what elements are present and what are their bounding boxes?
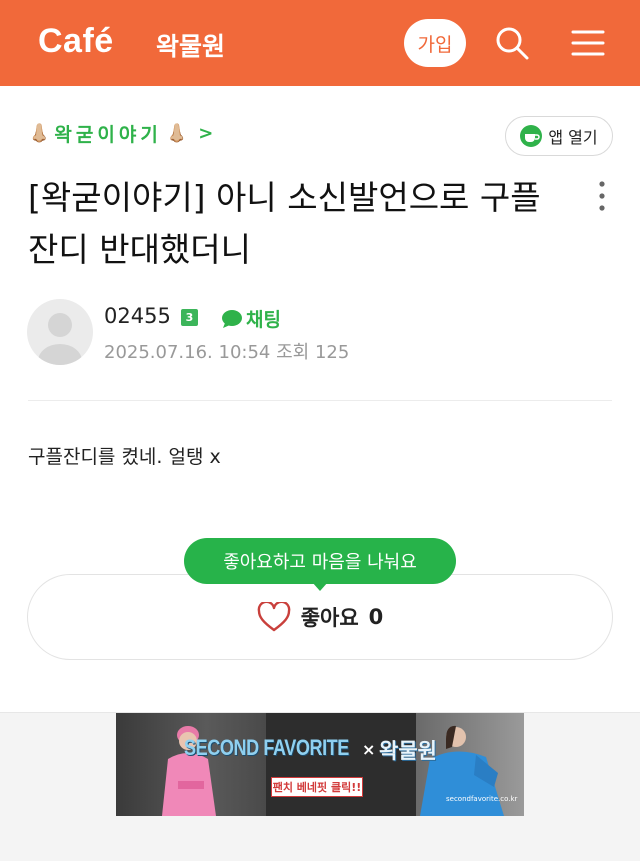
author-avatar[interactable] — [27, 299, 93, 365]
nose-emoji-icon: 👃🏼 — [165, 123, 189, 144]
ad-brand-text: SECOND FAVORITE — [184, 735, 349, 760]
chat-button[interactable]: 채팅 — [221, 305, 281, 332]
divider — [28, 400, 612, 401]
nose-emoji-icon: 👃🏼 — [28, 123, 51, 144]
like-tooltip: 좋아요하고 마음을 나눠요 — [184, 538, 456, 584]
open-app-label: 앱 열기 — [548, 128, 598, 147]
heart-icon — [257, 602, 291, 632]
chevron-right-icon: > — [198, 123, 214, 144]
cafe-logo[interactable]: Café — [38, 22, 114, 61]
app-header: Café 왁물원 가입 — [0, 0, 640, 86]
ad-cta-button[interactable]: 팬치 베네핏 클릭!! — [271, 777, 363, 797]
member-level-badge: 3 — [181, 309, 198, 326]
ad-url: secondfavorite.co.kr — [446, 795, 518, 803]
post-body: 구플잔디를 켰네. 얼탱 x — [28, 446, 221, 468]
more-options-icon[interactable] — [590, 178, 614, 214]
like-count: 0 — [368, 605, 384, 629]
menu-icon[interactable] — [570, 25, 606, 61]
ad-partner-text: 왁물원 — [379, 739, 437, 763]
open-app-button[interactable]: 앱 열기 — [505, 116, 613, 156]
post-title: [왁굳이야기] 아니 소신발언으로 구플잔디 반대했더니 — [28, 178, 541, 269]
cafe-name[interactable]: 왁물원 — [156, 27, 225, 63]
coffee-cup-icon — [520, 125, 543, 147]
ad-banner[interactable]: SECOND FAVORITE × 왁물원 팬치 베네핏 클릭!! second… — [116, 713, 524, 816]
board-name[interactable]: 왁굳이야기 — [54, 120, 161, 147]
bottom-area — [0, 830, 640, 861]
chat-label: 채팅 — [246, 309, 281, 331]
chat-bubble-icon — [222, 309, 242, 328]
ad-collab-x: × — [362, 740, 376, 759]
search-icon[interactable] — [494, 25, 530, 61]
tooltip-tail — [312, 582, 328, 591]
default-avatar-icon — [38, 313, 82, 365]
join-button[interactable]: 가입 — [404, 19, 466, 67]
post-meta: 2025.07.16. 10:54 조회 125 — [104, 342, 350, 363]
author-name[interactable]: 02455 — [104, 304, 171, 328]
like-label: 좋아요 — [300, 606, 359, 630]
board-breadcrumb[interactable]: 👃🏼 왁굳이야기 👃🏼 > — [28, 120, 213, 147]
